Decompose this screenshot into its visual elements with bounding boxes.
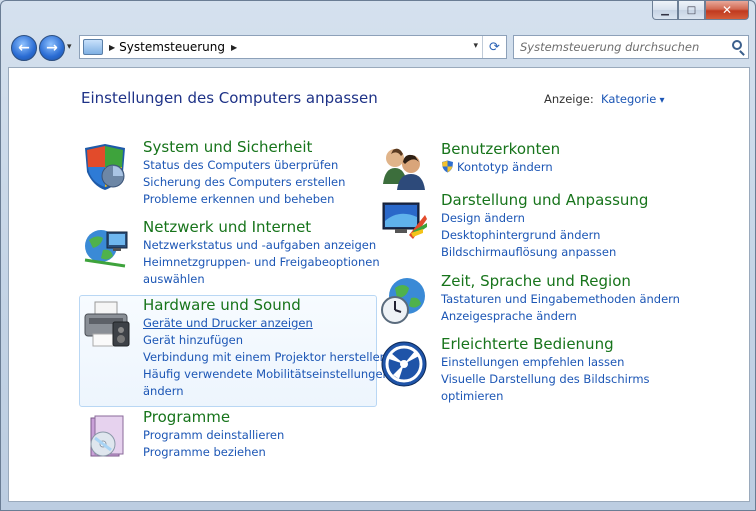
crumb-separator-icon[interactable]: ▶ (231, 43, 237, 52)
forward-button[interactable]: → (39, 35, 65, 61)
link-account-type[interactable]: Kontotyp ändern (441, 159, 553, 176)
link-projector[interactable]: Verbindung mit einem Projektor herstelle… (143, 349, 390, 366)
main-content: Einstellungen des Computers anpassen Anz… (8, 67, 750, 502)
breadcrumb-systemsteuerung[interactable]: Systemsteuerung (119, 40, 225, 54)
control-panel-icon (83, 39, 103, 55)
link-network-status[interactable]: Netzwerkstatus und -aufgaben anzeigen (143, 237, 380, 254)
programs-icon (90, 415, 124, 457)
page-title: Einstellungen des Computers anpassen (81, 89, 378, 107)
category-links: Programm deinstallieren Programme bezieh… (143, 427, 284, 461)
link-devices-printers[interactable]: Geräte und Drucker anzeigen (143, 315, 390, 332)
close-button[interactable]: ✕ (705, 1, 749, 20)
category-links: Tastaturen und Eingabemethoden ändern An… (441, 291, 680, 325)
view-mode-dropdown[interactable]: Kategorie (601, 92, 665, 106)
link-troubleshoot[interactable]: Probleme erkennen und beheben (143, 191, 345, 208)
category-title[interactable]: Darstellung und Anpassung (441, 191, 648, 209)
shield-icon (85, 144, 125, 190)
minimize-button[interactable]: ▁ (652, 1, 678, 20)
crumb-separator-icon[interactable]: ▶ (109, 43, 115, 52)
link-homegroup[interactable]: Heimnetzgruppen- und Freigabeoptionen (143, 254, 380, 271)
link-optimize-display[interactable]: Visuelle Darstellung des Bildschirms (441, 371, 650, 388)
control-panel-window: ▁ □ ✕ ← → ▾ ▶ Systemsteuerung ▶ ▾ ⟳ Eins… (0, 0, 756, 511)
link-design[interactable]: Design ändern (441, 210, 616, 227)
category-links: Design ändern Desktophintergrund ändern … (441, 210, 616, 261)
link-optimize-display-cont[interactable]: optimieren (441, 388, 650, 405)
network-icon (84, 230, 128, 268)
printer-icon (84, 301, 130, 347)
link-status[interactable]: Status des Computers überprüfen (143, 157, 345, 174)
caption-buttons: ▁ □ ✕ (652, 1, 749, 21)
category-links: Einstellungen empfehlen lassen Visuelle … (441, 354, 650, 405)
category-links: Geräte und Drucker anzeigen Gerät hinzuf… (143, 315, 390, 400)
maximize-button[interactable]: □ (678, 1, 705, 20)
display-icon (382, 202, 427, 239)
category-links: Status des Computers überprüfen Sicherun… (143, 157, 345, 208)
category-title[interactable]: Erleichterte Bedienung (441, 335, 614, 353)
category-title[interactable]: Programme (143, 408, 230, 426)
link-recommend-settings[interactable]: Einstellungen empfehlen lassen (441, 354, 650, 371)
link-wallpaper[interactable]: Desktophintergrund ändern (441, 227, 616, 244)
address-bar[interactable]: ▶ Systemsteuerung ▶ ▾ ⟳ (79, 35, 507, 59)
link-backup[interactable]: Sicherung des Computers erstellen (143, 174, 345, 191)
category-title[interactable]: Hardware und Sound (143, 296, 301, 314)
search-input[interactable] (514, 40, 724, 54)
back-button[interactable]: ← (11, 35, 37, 61)
category-links: Kontotyp ändern (441, 159, 553, 176)
link-get-programs[interactable]: Programme beziehen (143, 444, 284, 461)
refresh-button[interactable]: ⟳ (482, 36, 506, 58)
link-homegroup-cont[interactable]: auswählen (143, 271, 380, 288)
link-keyboards[interactable]: Tastaturen und Eingabemethoden ändern (441, 291, 680, 308)
accessibility-icon (381, 341, 427, 387)
recent-pages-dropdown[interactable]: ▾ (67, 42, 72, 52)
category-title[interactable]: System und Sicherheit (143, 138, 312, 156)
link-mobility-cont[interactable]: ändern (143, 383, 390, 400)
category-links: Netzwerkstatus und -aufgaben anzeigen He… (143, 237, 380, 288)
category-title[interactable]: Netzwerk und Internet (143, 218, 311, 236)
view-label: Anzeige: (544, 92, 594, 106)
link-display-language[interactable]: Anzeigesprache ändern (441, 308, 680, 325)
link-add-device[interactable]: Gerät hinzufügen (143, 332, 390, 349)
link-uninstall[interactable]: Programm deinstallieren (143, 427, 284, 444)
users-icon (383, 148, 425, 190)
link-account-type-label: Kontotyp ändern (457, 160, 553, 174)
address-dropdown-icon[interactable]: ▾ (473, 41, 478, 51)
link-resolution[interactable]: Bildschirmauflösung anpassen (441, 244, 616, 261)
link-mobility[interactable]: Häufig verwendete Mobilitätseinstellunge… (143, 366, 390, 383)
search-box[interactable] (513, 35, 749, 59)
uac-shield-icon (442, 160, 453, 173)
search-icon[interactable] (732, 40, 742, 50)
category-title[interactable]: Benutzerkonten (441, 140, 560, 158)
navigation-bar: ← → ▾ ▶ Systemsteuerung ▶ ▾ ⟳ (9, 33, 749, 61)
globe-clock-icon (381, 278, 425, 324)
category-title[interactable]: Zeit, Sprache und Region (441, 272, 631, 290)
